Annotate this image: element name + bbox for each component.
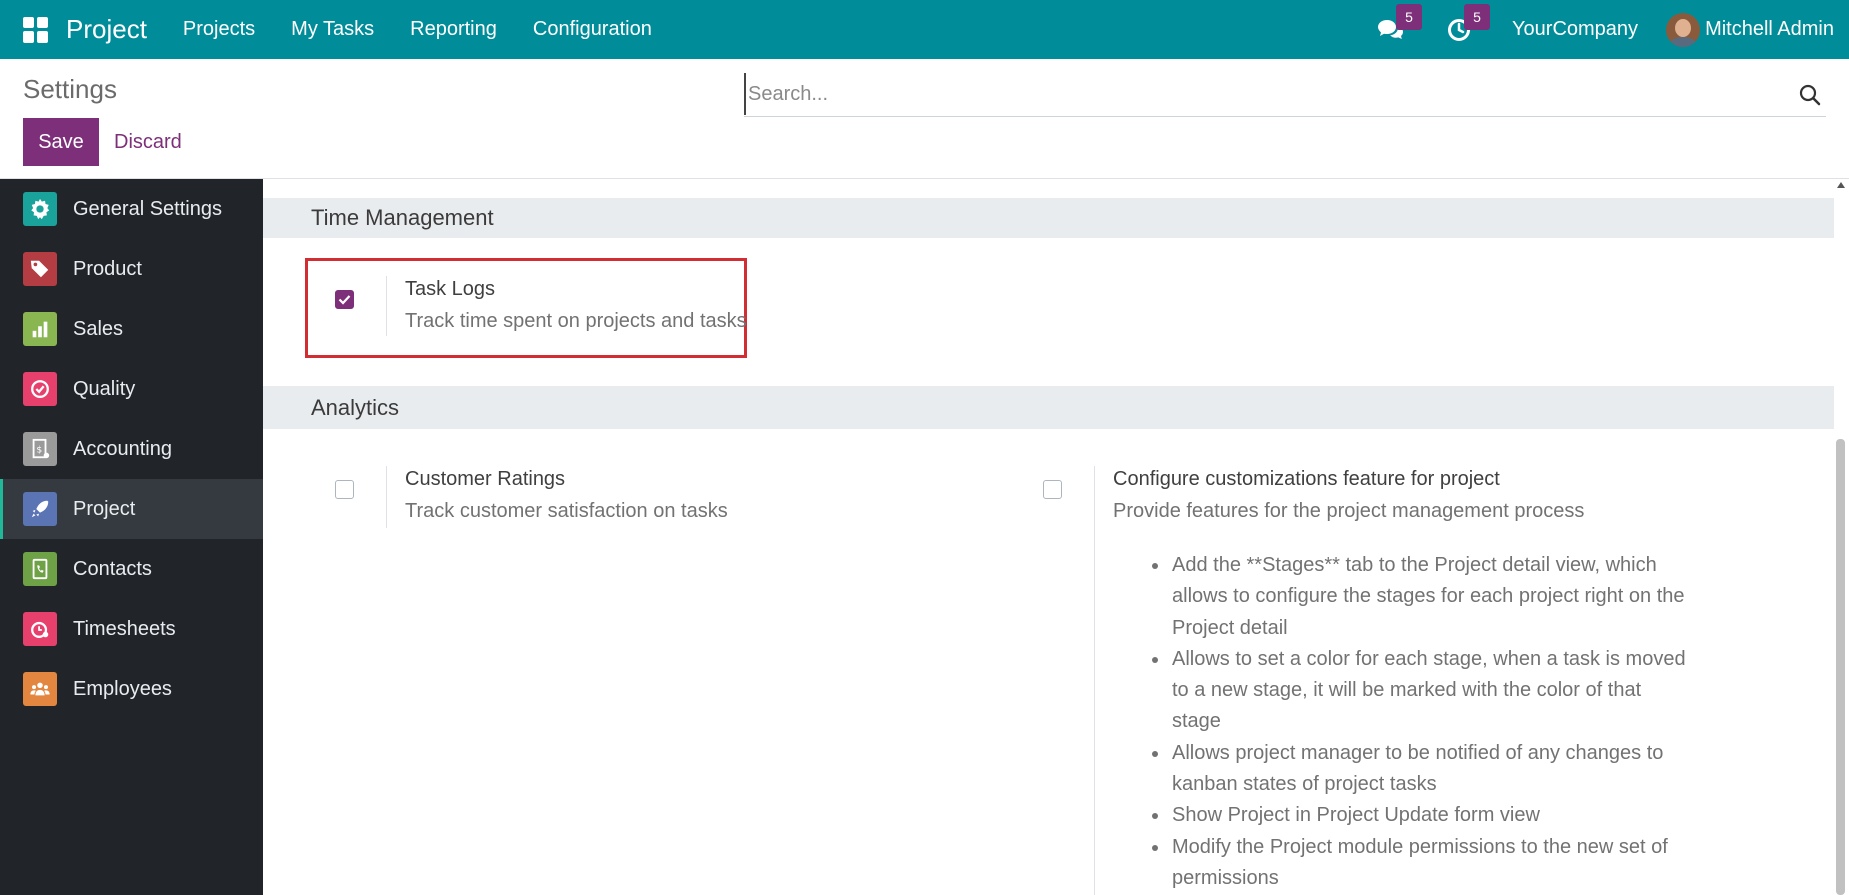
sidebar-item-sales[interactable]: Sales xyxy=(0,299,263,359)
phonebook-icon xyxy=(23,552,57,586)
sidebar-item-quality[interactable]: Quality xyxy=(0,359,263,419)
customizations-label[interactable]: Configure customizations feature for pro… xyxy=(1113,468,1500,491)
divider xyxy=(386,276,387,336)
save-button[interactable]: Save xyxy=(23,118,99,166)
sidebar-item-label: Employees xyxy=(73,677,172,700)
main-menu: Projects My Tasks Reporting Configuratio… xyxy=(165,18,670,41)
sidebar-item-label: Contacts xyxy=(73,557,152,580)
divider xyxy=(1094,466,1095,895)
settings-sidebar: General Settings Product Sales Quality $… xyxy=(0,179,263,895)
sidebar-item-project[interactable]: Project xyxy=(0,479,263,539)
list-item: Allows project manager to be notified of… xyxy=(1132,738,1692,801)
top-navbar: Project Projects My Tasks Reporting Conf… xyxy=(0,0,1849,59)
divider xyxy=(386,466,387,528)
checkmark-icon xyxy=(338,295,351,305)
task-logs-checkbox[interactable] xyxy=(335,290,354,309)
customer-ratings-description: Track customer satisfaction on tasks xyxy=(405,500,728,522)
user-menu[interactable]: Mitchell Admin xyxy=(1666,12,1834,47)
sidebar-item-contacts[interactable]: Contacts xyxy=(0,539,263,599)
section-title-time-management: Time Management xyxy=(263,198,1834,238)
menu-reporting[interactable]: Reporting xyxy=(392,18,515,41)
list-item: Allows to set a color for each stage, wh… xyxy=(1132,644,1692,738)
section-title-analytics: Analytics xyxy=(263,386,1834,429)
search-icon[interactable] xyxy=(1798,83,1822,107)
avatar xyxy=(1666,12,1701,47)
user-name: Mitchell Admin xyxy=(1705,18,1834,40)
customizations-checkbox[interactable] xyxy=(1043,480,1062,499)
tags-icon xyxy=(23,252,57,286)
sidebar-item-label: Product xyxy=(73,257,142,280)
discard-button[interactable]: Discard xyxy=(114,118,182,166)
sidebar-item-label: Timesheets xyxy=(73,617,176,640)
sidebar-item-employees[interactable]: Employees xyxy=(0,659,263,719)
app-brand[interactable]: Project xyxy=(66,14,147,45)
sidebar-item-product[interactable]: Product xyxy=(0,239,263,299)
highlight-box xyxy=(305,258,747,358)
apps-menu-icon[interactable] xyxy=(23,16,49,43)
scroll-up-arrow-icon[interactable] xyxy=(1837,182,1845,188)
customer-ratings-checkbox[interactable] xyxy=(335,480,354,499)
settings-content: Time Management Task Logs Track time spe… xyxy=(263,179,1834,895)
sidebar-item-label: Sales xyxy=(73,317,124,340)
list-item: Add the **Stages** tab to the Project de… xyxy=(1132,550,1692,644)
content-scrollbar[interactable] xyxy=(1834,179,1849,895)
messages-badge: 5 xyxy=(1396,3,1423,30)
list-item: Modify the Project module permissions to… xyxy=(1132,832,1692,895)
sidebar-item-timesheets[interactable]: Timesheets xyxy=(0,599,263,659)
messages-button[interactable]: 5 xyxy=(1376,3,1423,45)
task-logs-description: Track time spent on projects and tasks xyxy=(405,310,747,332)
menu-configuration[interactable]: Configuration xyxy=(515,18,670,41)
invoice-icon: $ xyxy=(23,432,57,466)
sidebar-item-label: Project xyxy=(73,497,136,520)
customer-ratings-label[interactable]: Customer Ratings xyxy=(405,468,565,491)
check-badge-icon xyxy=(23,372,57,406)
customizations-feature-list: Add the **Stages** tab to the Project de… xyxy=(1132,550,1692,894)
customizations-description: Provide features for the project managem… xyxy=(1113,500,1585,522)
sidebar-item-accounting[interactable]: $ Accounting xyxy=(0,419,263,479)
svg-text:$: $ xyxy=(36,445,42,456)
control-panel: Settings Save Discard xyxy=(0,59,1849,179)
sidebar-item-label: Quality xyxy=(73,377,136,400)
sidebar-item-label: Accounting xyxy=(73,437,172,460)
activities-button[interactable]: 5 xyxy=(1444,3,1491,45)
activities-badge: 5 xyxy=(1464,3,1491,30)
sidebar-item-label: General Settings xyxy=(73,197,222,220)
scroll-thumb[interactable] xyxy=(1836,439,1845,895)
rocket-icon xyxy=(23,492,57,526)
chart-icon xyxy=(23,312,57,346)
menu-my-tasks[interactable]: My Tasks xyxy=(273,18,392,41)
company-switcher[interactable]: YourCompany xyxy=(1512,18,1638,41)
list-item: Show Project in Project Update form view xyxy=(1132,800,1692,831)
systray: 5 5 YourCompany Mitchell Admin xyxy=(1376,0,1849,59)
sidebar-item-general-settings[interactable]: General Settings xyxy=(0,179,263,239)
task-logs-label[interactable]: Task Logs xyxy=(405,278,495,301)
menu-projects[interactable]: Projects xyxy=(165,18,273,41)
search-input[interactable] xyxy=(744,73,1764,115)
gear-icon xyxy=(23,192,57,226)
people-icon xyxy=(23,672,57,706)
search-bar xyxy=(744,73,1826,117)
breadcrumb: Settings xyxy=(23,74,117,104)
stopwatch-icon xyxy=(23,612,57,646)
